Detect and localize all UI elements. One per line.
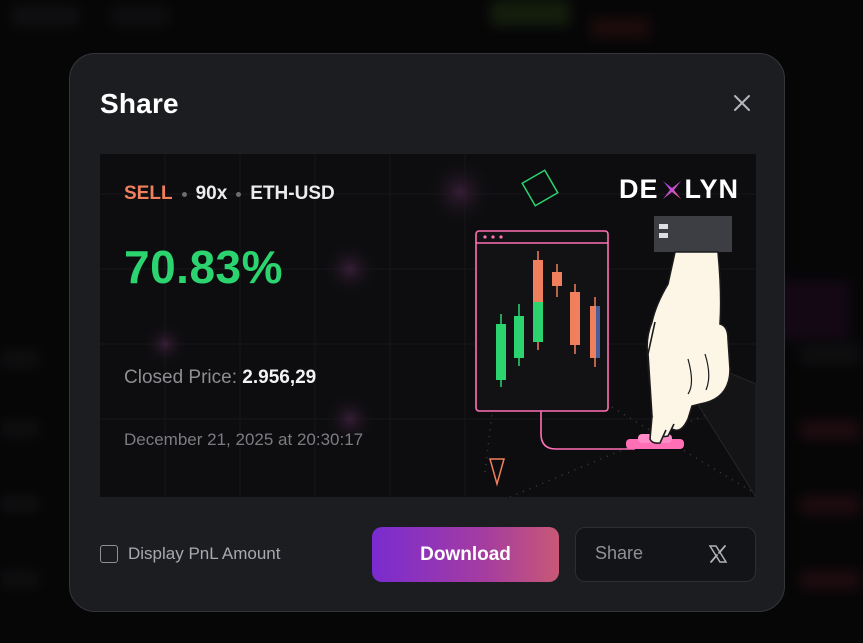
modal-footer: Display PnL Amount Download Share xyxy=(70,524,784,584)
triangle-shape xyxy=(489,458,505,487)
close-icon[interactable] xyxy=(730,91,754,115)
trading-illustration xyxy=(475,169,756,497)
share-modal: Share SELL 90x ETH-USD 70.83% Closed Pri… xyxy=(69,53,785,612)
modal-title: Share xyxy=(100,88,179,119)
share-button-label: Share xyxy=(595,543,644,563)
display-pnl-checkbox[interactable] xyxy=(100,545,118,563)
display-pnl-toggle[interactable]: Display PnL Amount xyxy=(100,544,280,564)
pnl-share-card: SELL 90x ETH-USD 70.83% Closed Price: 2.… xyxy=(100,154,756,497)
diamond-shape xyxy=(521,169,559,207)
display-pnl-label: Display PnL Amount xyxy=(128,544,281,563)
x-logo-icon xyxy=(708,544,728,564)
share-x-button[interactable]: Share xyxy=(575,527,756,582)
download-button[interactable]: Download xyxy=(372,527,559,582)
